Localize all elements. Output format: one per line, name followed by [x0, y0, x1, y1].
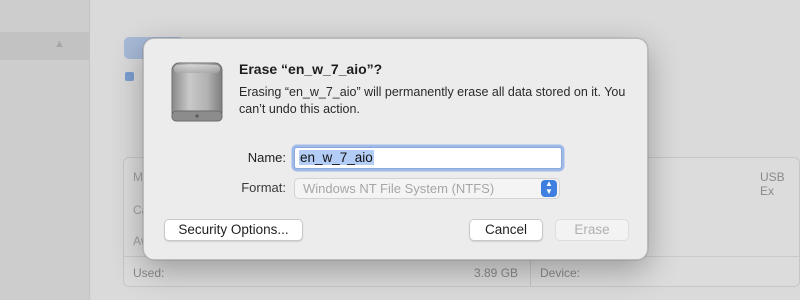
erase-button[interactable]: Erase — [555, 219, 629, 241]
name-input-value: en_w_7_aio — [299, 150, 374, 165]
name-label: Name: — [247, 150, 286, 165]
up-down-chevron-icon[interactable]: ▲ ▼ — [541, 180, 557, 197]
chevron-up-icon: ▲ — [54, 38, 65, 50]
external-drive-icon — [171, 62, 223, 122]
device-label: Device: — [540, 266, 581, 280]
name-input[interactable]: en_w_7_aio — [294, 147, 562, 169]
legend-swatch — [125, 72, 134, 81]
sidebar: ▲ — [0, 0, 90, 300]
erase-dialog: Erase “en_w_7_aio”? Erasing “en_w_7_aio”… — [143, 38, 648, 260]
cancel-button[interactable]: Cancel — [469, 219, 543, 241]
connection-value: USB Ex — [760, 170, 785, 198]
dialog-message: Erasing “en_w_7_aio” will permanently er… — [239, 85, 626, 116]
format-select-value: Windows NT File System (NTFS) — [303, 181, 495, 196]
info-label-1: M — [133, 170, 143, 184]
format-label: Format: — [241, 180, 286, 195]
security-options-button[interactable]: Security Options... — [164, 219, 303, 241]
sidebar-selected-row — [0, 32, 90, 60]
format-select[interactable]: Windows NT File System (NTFS) ▲ ▼ — [294, 178, 560, 199]
dialog-title: Erase “en_w_7_aio”? — [239, 61, 383, 77]
used-label: Used: — [133, 266, 165, 280]
used-value: 3.89 GB — [474, 266, 519, 280]
